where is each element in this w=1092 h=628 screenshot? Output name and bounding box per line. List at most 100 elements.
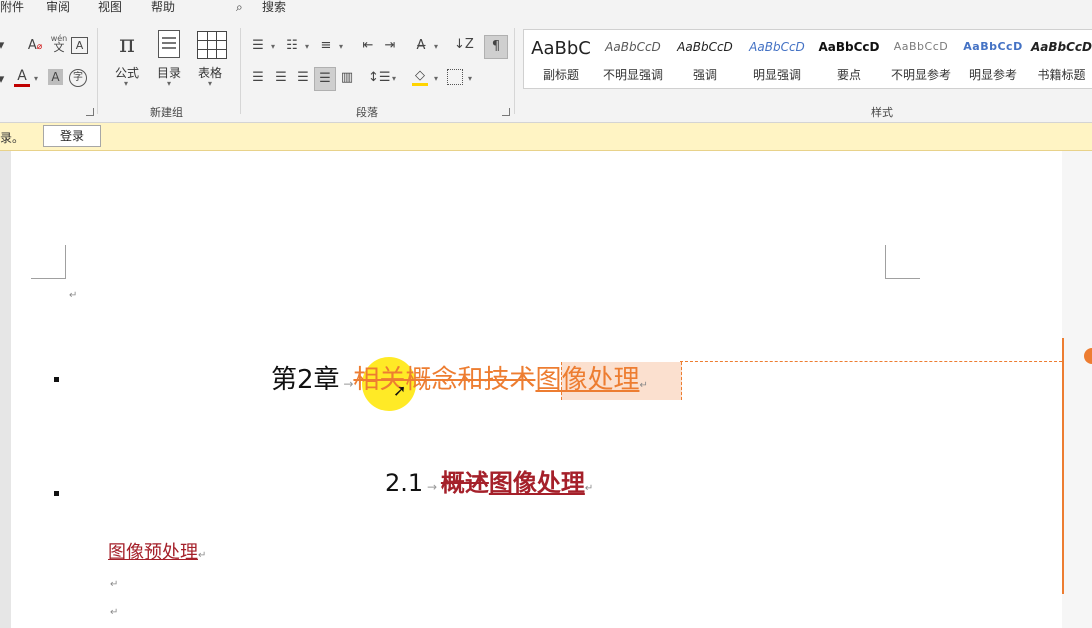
style-name: 强调 [692,68,717,82]
borders-caret[interactable]: ▾ [468,74,472,83]
enclose-char-icon[interactable]: 字 [69,69,87,87]
font-color-caret[interactable]: ▾ [34,74,38,83]
message-bar: 录。 [0,123,1092,151]
line-spacing-icon[interactable]: ↕☰ [368,70,391,86]
style-emphasis[interactable]: AaBbCcD 强调 [670,30,740,88]
divider [240,28,241,114]
toc-caret[interactable]: ▾ [167,79,171,88]
bullets-icon[interactable]: ☰ [250,38,266,54]
styles-gallery: AaBbC 副标题 AaBbCcD 不明显强调 AaBbCcD 强调 AaBbC… [523,29,1092,89]
tab-help[interactable]: 帮助 [151,0,175,14]
decrease-indent-icon[interactable]: ⇤ [360,38,376,54]
chinese-layout-caret[interactable]: ▾ [434,42,438,51]
bullets-caret[interactable]: ▾ [271,42,275,51]
formula-pi-icon[interactable]: π [114,30,140,58]
heading-1[interactable]: 第2章 →相关概念和技术图像处理↵ [271,363,648,403]
font-color-icon[interactable]: A [14,69,30,87]
style-subtle-reference[interactable]: AaBbCcD 不明显参考 [886,30,956,88]
align-center-icon[interactable]: ☰ [273,70,289,86]
list-bullet [54,377,59,382]
search-box[interactable]: 搜索 [262,0,286,14]
char-shading-icon[interactable]: A [48,69,63,85]
group-label-paragraph: 段落 [356,106,378,119]
style-name: 明显参考 [968,68,1017,82]
group-label-styles: 样式 [871,106,893,119]
markup-pane [1062,151,1092,628]
login-button[interactable]: 登录 [43,125,101,147]
inserted-text: 图像处理 [535,365,640,395]
style-name: 明显强调 [752,68,801,82]
numbering-icon[interactable]: ☷ [284,38,300,54]
list-bullet [54,491,59,496]
style-name: 书籍标题 [1037,68,1086,82]
style-preview: AaBbCcD [893,40,949,53]
document-page[interactable]: ↵ 第2章 →相关概念和技术图像处理↵ ➚ 2.1 → 概述图像处理↵ 图像预处… [11,151,1062,628]
style-intense-emphasis[interactable]: AaBbCcD 明显强调 [742,30,812,88]
align-right-icon[interactable]: ☰ [295,70,311,86]
paragraph-mark: ↵ [110,579,119,590]
paragraph-dialog-launcher[interactable] [502,108,510,116]
phonetic-bottom: 文 [53,41,65,54]
font-size-dropdown-caret[interactable]: ▾ [0,38,6,54]
style-preview: AaBbCcD [963,40,1023,53]
phonetic-guide-icon[interactable]: wén 文 [50,34,68,54]
style-preview: AaBbCcD [677,40,733,54]
font-dropdown-caret-2[interactable]: ▾ [0,72,6,88]
revision-connector [680,361,1062,362]
heading-2-number: 2.1 [385,469,424,497]
line-spacing-caret[interactable]: ▾ [392,74,396,83]
clear-format-icon[interactable]: A⌀ [26,38,44,55]
heading-2[interactable]: 2.1 → 概述图像处理↵ [385,467,593,505]
tab-attachments[interactable]: 附件 [0,0,24,14]
table-caret[interactable]: ▾ [208,79,212,88]
chinese-layout-icon[interactable]: A̶ [412,38,430,54]
message-text: 录。 [0,131,25,145]
table-grid-icon[interactable] [197,31,227,59]
paragraph-mark: ↵ [639,380,648,391]
divider [514,28,515,114]
deleted-text: 概述 [440,469,489,497]
distributed-icon[interactable]: ▥ [339,70,355,86]
style-name: 要点 [836,68,861,82]
mouse-cursor-icon: ➚ [393,381,407,400]
paragraph-mark: ↵ [110,607,119,618]
inserted-text: 图像处理 [488,469,585,497]
paragraph-mark: ↵ [584,483,594,494]
style-intense-reference[interactable]: AaBbCcD 明显参考 [958,30,1028,88]
numbering-caret[interactable]: ▾ [305,42,309,51]
style-preview: AaBbCcD [1030,40,1092,54]
formula-caret[interactable]: ▾ [124,79,128,88]
style-subtle-emphasis[interactable]: AaBbCcD 不明显强调 [598,30,668,88]
char-border-icon[interactable]: A [71,37,88,54]
inserted-text: 图像预处理 [108,542,198,563]
borders-icon[interactable] [447,69,463,85]
font-dialog-launcher[interactable] [86,108,94,116]
divider [97,28,98,114]
crop-mark-left [31,245,66,279]
shading-caret[interactable]: ▾ [434,74,438,83]
style-name: 副标题 [542,68,579,82]
increase-indent-icon[interactable]: ⇥ [382,38,398,54]
paragraph-mark: ↵ [69,290,78,301]
style-strong[interactable]: AaBbCcD 要点 [814,30,884,88]
group-label-new: 新建组 [150,106,183,119]
sort-icon[interactable]: ↓Z [454,37,474,53]
body-paragraph[interactable]: 图像预处理↵ [108,540,206,569]
align-left-icon[interactable]: ☰ [250,70,266,86]
toc-icon[interactable] [158,30,180,58]
ribbon-tab-bar: 附件 审阅 视图 帮助 ⌕ 搜索 [0,0,1092,16]
tab-view[interactable]: 视图 [98,0,122,14]
justify-icon[interactable]: ☰ [314,67,336,91]
tab-review[interactable]: 审阅 [46,0,70,14]
multilevel-caret[interactable]: ▾ [339,42,343,51]
shading-bucket-icon[interactable]: ◇ [412,68,428,86]
multilevel-list-icon[interactable]: ≡ [318,38,334,54]
style-book-title[interactable]: AaBbCcD 书籍标题 [1030,30,1092,88]
show-marks-icon[interactable]: ¶ [484,35,508,59]
search-icon[interactable]: ⌕ [236,0,243,14]
revision-bar [1062,338,1064,594]
style-subtitle[interactable]: AaBbC 副标题 [526,30,596,88]
paragraph-mark: ↵ [198,550,207,561]
style-preview: AaBbC [531,38,591,59]
heading-1-number: 第2章 [271,365,340,395]
